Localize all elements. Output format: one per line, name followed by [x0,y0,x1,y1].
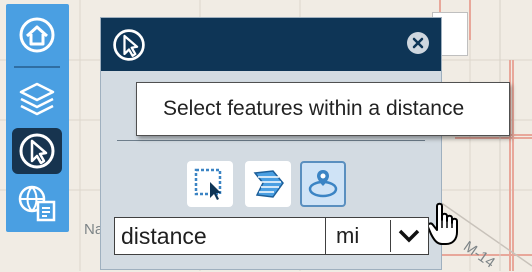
distance-select-icon [308,170,338,198]
map-toolbar [6,4,69,232]
toolbar-divider [14,66,60,68]
print-map-button[interactable] [12,180,62,226]
polygon-select-icon [253,170,284,198]
distance-input[interactable] [114,217,327,255]
hand-pointer-icon [427,202,458,245]
tooltip-text: Select features within a distance [163,97,465,120]
select-distance-button[interactable] [300,161,346,207]
select-cursor-icon [19,133,55,169]
panel-divider [117,140,425,141]
layers-button[interactable] [12,76,62,122]
chevron-down-icon [398,229,419,243]
home-button[interactable] [12,12,62,58]
home-globe-icon [19,17,55,53]
unit-select-value: mi [336,223,360,248]
select-cursor-icon [113,29,145,61]
close-button[interactable] [407,32,429,54]
select-button[interactable] [12,128,62,174]
layers-icon [19,82,55,116]
unit-select-arrow[interactable] [390,220,426,252]
distance-unit-select[interactable]: mi [325,217,429,255]
rectangle-select-icon [194,168,222,200]
select-polygon-button[interactable] [245,161,291,207]
map-document-icon [18,185,56,222]
tooltip: Select features within a distance [136,82,510,136]
select-rectangle-button[interactable] [187,161,233,207]
panel-header [101,18,441,71]
close-icon [412,37,424,49]
